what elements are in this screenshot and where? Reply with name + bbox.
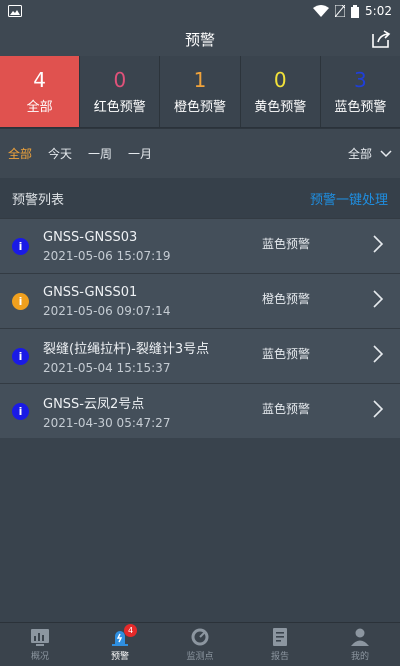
info-icon: i bbox=[12, 237, 29, 255]
list-item[interactable]: i GNSS-云凤2号点 2021-04-30 05:47:27 蓝色预警 bbox=[0, 383, 400, 438]
alert-time: 2021-05-06 09:07:14 bbox=[43, 303, 171, 318]
alert-level: 蓝色预警 bbox=[262, 402, 311, 416]
time-filter-tabs: 全部 今天 一周 一月 bbox=[8, 145, 152, 162]
counter-label: 全部 bbox=[26, 100, 53, 115]
dropdown-value: 全部 bbox=[347, 147, 372, 161]
nav-reports[interactable]: 报告 bbox=[240, 623, 320, 666]
image-notification-icon bbox=[8, 5, 22, 17]
alert-time: 2021-05-04 15:15:37 bbox=[43, 360, 171, 375]
alert-counters: 4 全部 0 红色预警 1 橙色预警 0 黄色预警 3 蓝色预警 bbox=[0, 56, 400, 128]
chevron-right-icon bbox=[373, 345, 384, 363]
level-dropdown[interactable]: 全部 bbox=[348, 145, 392, 162]
alert-time: 2021-05-06 15:07:19 bbox=[43, 248, 171, 263]
nav-profile[interactable]: 我的 bbox=[320, 623, 400, 666]
counter-count: 3 bbox=[354, 68, 367, 92]
tab-all[interactable]: 全部 bbox=[8, 145, 32, 162]
chevron-right-icon bbox=[373, 290, 384, 308]
alert-level: 蓝色预警 bbox=[262, 347, 311, 361]
nav-monitoring-points[interactable]: 监测点 bbox=[160, 623, 240, 666]
alert-name: 裂缝(拉绳拉杆)-裂缝计3号点 bbox=[43, 341, 210, 357]
info-icon: i bbox=[12, 292, 29, 310]
counter-count: 1 bbox=[193, 68, 207, 92]
info-icon: i bbox=[12, 402, 29, 420]
gauge-icon bbox=[191, 628, 209, 646]
user-icon bbox=[351, 628, 369, 646]
list-item[interactable]: i GNSS-GNSS01 2021-05-06 09:07:14 橙色预警 bbox=[0, 273, 400, 328]
counter-label: 红色预警 bbox=[93, 100, 146, 115]
counter-count: 0 bbox=[113, 68, 127, 92]
alert-level: 橙色预警 bbox=[262, 292, 311, 306]
alert-time: 2021-04-30 05:47:27 bbox=[43, 415, 171, 430]
nav-label: 我的 bbox=[350, 652, 369, 662]
nav-label: 预警 bbox=[110, 652, 129, 662]
chart-icon bbox=[31, 629, 49, 646]
bottom-nav: 概况 4 预警 监测点 报告 我的 bbox=[0, 622, 400, 666]
title-bar: 预警 bbox=[0, 22, 400, 56]
nav-alerts[interactable]: 4 预警 bbox=[80, 623, 160, 666]
report-icon bbox=[273, 628, 287, 646]
status-bar: 5:02 bbox=[0, 0, 400, 22]
tab-month[interactable]: 一月 bbox=[128, 145, 152, 162]
chevron-down-icon bbox=[380, 149, 392, 157]
alert-list: i GNSS-GNSS03 2021-05-06 15:07:19 蓝色预警 i… bbox=[0, 218, 400, 438]
alert-name: GNSS-GNSS03 bbox=[43, 229, 138, 245]
counter-label: 黄色预警 bbox=[254, 100, 307, 115]
counter-count: 4 bbox=[33, 68, 46, 92]
nav-label: 概况 bbox=[30, 652, 49, 662]
status-time: 5:02 bbox=[365, 4, 392, 18]
chevron-right-icon bbox=[373, 400, 384, 418]
list-header: 预警列表 预警一键处理 bbox=[0, 178, 400, 218]
counter-all[interactable]: 4 全部 bbox=[0, 56, 80, 127]
list-item[interactable]: i 裂缝(拉绳拉杆)-裂缝计3号点 2021-05-04 15:15:37 蓝色… bbox=[0, 328, 400, 383]
counter-red[interactable]: 0 红色预警 bbox=[79, 56, 160, 127]
counter-count: 0 bbox=[273, 68, 287, 92]
info-icon: i bbox=[12, 347, 29, 365]
counter-blue[interactable]: 3 蓝色预警 bbox=[319, 56, 400, 127]
list-title: 预警列表 bbox=[12, 192, 65, 208]
counter-label: 橙色预警 bbox=[174, 100, 227, 115]
chevron-right-icon bbox=[373, 235, 384, 253]
no-sim-icon bbox=[335, 5, 346, 17]
tab-week[interactable]: 一周 bbox=[88, 145, 112, 162]
tab-today[interactable]: 今天 bbox=[48, 145, 72, 162]
battery-icon bbox=[351, 4, 360, 18]
wifi-icon bbox=[313, 5, 330, 17]
list-item[interactable]: i GNSS-GNSS03 2021-05-06 15:07:19 蓝色预警 bbox=[0, 218, 400, 273]
counter-label: 蓝色预警 bbox=[334, 100, 387, 115]
process-all-button[interactable]: 预警一键处理 bbox=[310, 189, 388, 208]
alert-count-badge: 4 bbox=[124, 624, 137, 637]
counter-orange[interactable]: 1 橙色预警 bbox=[159, 56, 240, 127]
nav-overview[interactable]: 概况 bbox=[0, 623, 80, 666]
share-icon[interactable] bbox=[370, 28, 392, 50]
alert-name: GNSS-云凤2号点 bbox=[43, 396, 145, 412]
filter-bar: 全部 今天 一周 一月 全部 bbox=[0, 128, 400, 178]
nav-label: 报告 bbox=[270, 652, 289, 662]
counter-yellow[interactable]: 0 黄色预警 bbox=[239, 56, 320, 127]
page-title: 预警 bbox=[184, 30, 215, 49]
alert-level: 蓝色预警 bbox=[262, 237, 311, 251]
nav-label: 监测点 bbox=[186, 652, 214, 662]
alert-name: GNSS-GNSS01 bbox=[43, 284, 138, 300]
